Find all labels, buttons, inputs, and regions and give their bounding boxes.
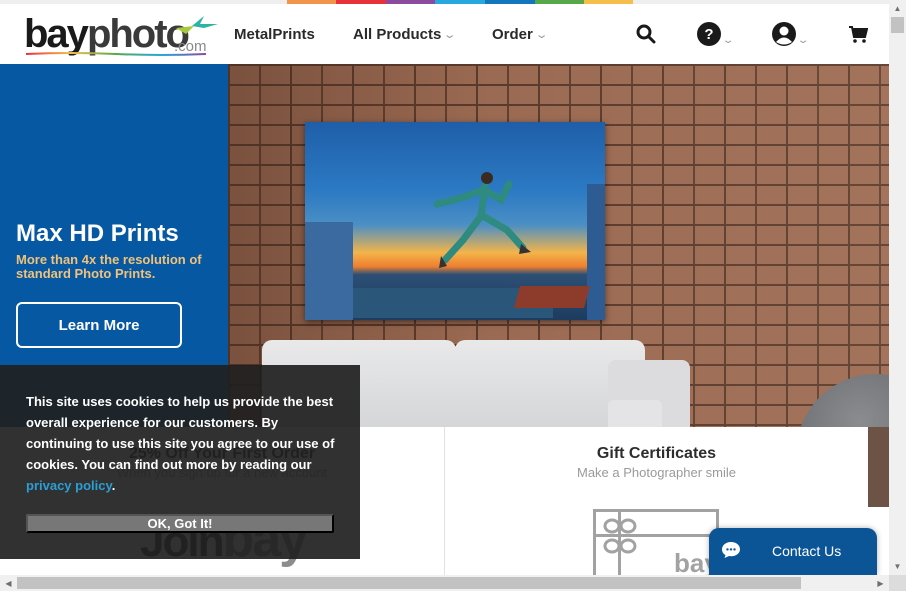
cookie-message: This site uses cookies to help us provid… xyxy=(26,391,348,496)
site-header: bayphoto .com MetalPrints All Products ⌄ … xyxy=(0,4,889,64)
logo-bird-icon xyxy=(176,16,218,34)
chevron-down-icon: ⌄ xyxy=(721,34,735,46)
learn-more-button[interactable]: Learn More xyxy=(16,302,182,348)
card-gift-certificates-subtitle: Make a Photographer smile xyxy=(577,465,736,480)
privacy-policy-link[interactable]: privacy policy xyxy=(26,478,112,493)
cookie-consent-banner: This site uses cookies to help us provid… xyxy=(0,365,360,559)
logo-word-photo: photo xyxy=(86,12,190,56)
contact-us-label: Contact Us xyxy=(772,543,842,559)
runner-figure-icon xyxy=(433,172,531,268)
logo-word-bay: bay xyxy=(24,12,89,56)
chevron-down-icon: ⌄ xyxy=(534,28,549,41)
nav-item-all-products[interactable]: All Products ⌄ xyxy=(353,4,457,64)
scrollbar-corner xyxy=(889,575,906,591)
account-menu-button[interactable]: ⌄ xyxy=(772,18,810,50)
account-icon xyxy=(772,22,796,46)
hero-subtitle: More than 4x the resolution of standard … xyxy=(16,252,202,281)
search-button[interactable] xyxy=(636,18,656,50)
cart-button[interactable] xyxy=(848,18,868,50)
nav-label: Order xyxy=(492,25,533,43)
nav-label: All Products xyxy=(353,25,442,43)
bayphoto-logo[interactable]: bayphoto .com xyxy=(24,12,219,60)
hero-background-edge xyxy=(868,427,889,507)
help-icon: ? xyxy=(697,22,721,46)
page-viewport: bayphoto .com MetalPrints All Products ⌄ … xyxy=(0,0,889,575)
scroll-left-arrow-icon[interactable]: ◀ xyxy=(0,575,17,591)
chevron-down-icon: ⌄ xyxy=(796,34,810,46)
search-icon xyxy=(636,24,656,44)
nav-item-metalprints[interactable]: MetalPrints xyxy=(234,4,315,64)
contact-us-button[interactable]: Contact Us xyxy=(709,528,877,575)
scroll-up-arrow-icon[interactable]: ▲ xyxy=(889,0,906,17)
logo-rainbow-wave-icon xyxy=(26,52,206,56)
help-menu-button[interactable]: ? ⌄ xyxy=(697,18,735,50)
runner-canvas-print-image xyxy=(305,122,605,320)
hero-title: Max HD Prints xyxy=(16,220,179,247)
nav-item-order[interactable]: Order ⌄ xyxy=(492,4,549,64)
svg-text:?: ? xyxy=(704,26,713,43)
vertical-scrollbar[interactable]: ▲ ▼ xyxy=(889,0,906,575)
horizontal-scroll-thumb[interactable] xyxy=(17,577,801,589)
scroll-down-arrow-icon[interactable]: ▼ xyxy=(889,558,906,575)
card-gift-certificates-title[interactable]: Gift Certificates xyxy=(445,445,868,463)
chevron-down-icon: ⌄ xyxy=(443,28,457,41)
vertical-scroll-thumb[interactable] xyxy=(891,17,904,33)
cookie-accept-button[interactable]: OK, Got It! xyxy=(26,514,334,533)
scroll-right-arrow-icon[interactable]: ▶ xyxy=(872,575,889,591)
logo-wordmark: bayphoto xyxy=(24,12,190,57)
gift-certificate-image[interactable]: bay xyxy=(593,509,719,575)
cart-icon xyxy=(849,26,868,43)
chat-bubble-icon xyxy=(722,542,740,558)
nav-label: MetalPrints xyxy=(234,25,315,43)
gift-bow-icon xyxy=(603,518,637,554)
cookie-message-end: . xyxy=(111,478,116,493)
horizontal-scrollbar[interactable]: ◀ ▶ xyxy=(0,575,889,591)
cookie-message-text: This site uses cookies to help us provid… xyxy=(26,394,335,472)
